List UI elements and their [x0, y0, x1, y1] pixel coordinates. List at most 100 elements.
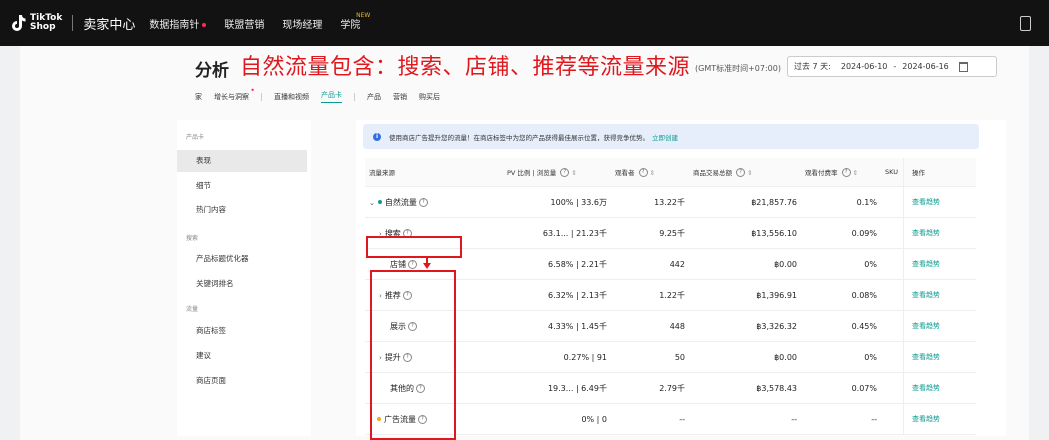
- view-trend-link[interactable]: 查看趋势: [903, 341, 976, 373]
- col-header-pv[interactable]: PV 比例 | 浏览量 ? ⇕: [503, 158, 611, 187]
- sidebar-item-hot-content[interactable]: 热门内容: [177, 199, 307, 221]
- sidebar-item-suggestions[interactable]: 建议: [177, 345, 307, 367]
- viewers-cell: --: [611, 403, 689, 435]
- date-end: 2024-06-16: [902, 62, 949, 71]
- tiktok-shop-logo[interactable]: TikTok Shop: [10, 14, 62, 32]
- mobile-phone-icon[interactable]: [1020, 16, 1031, 31]
- help-icon[interactable]: ?: [736, 168, 746, 178]
- tab-products[interactable]: 产品: [367, 92, 381, 102]
- nav-data-compass[interactable]: 数据指南针: [149, 16, 207, 31]
- source-cell[interactable]: ⌄ 自然流量?: [365, 186, 503, 218]
- nav-label: 数据指南针: [149, 19, 200, 31]
- create-now-link[interactable]: 立即创建: [652, 132, 678, 142]
- sort-icon[interactable]: ⇕: [853, 169, 858, 177]
- table-row: ⌄ 自然流量? 100% | 33.6万 13.22千 ฿21,857.76 0.…: [365, 186, 976, 218]
- gmv-cell: ฿0.00: [689, 248, 801, 280]
- view-trend-link[interactable]: 查看趋势: [903, 248, 976, 280]
- nav-academy[interactable]: 学院 NEW: [340, 12, 370, 31]
- pv-cell: 6.58% | 2.21千: [503, 248, 611, 280]
- table-row: 广告流量? 0% | 0 -- -- -- 查看趋势: [365, 403, 976, 435]
- rate-cell: 0%: [801, 248, 881, 280]
- pv-cell: 100% | 33.6万: [503, 186, 611, 218]
- pv-cell: 0.27% | 91: [503, 341, 611, 373]
- pv-cell: 4.33% | 1.45千: [503, 310, 611, 342]
- sidebar-item-shop-tab[interactable]: 商店标签: [177, 320, 307, 342]
- tab-growth-insights[interactable]: 增长与洞察 •: [214, 86, 255, 102]
- viewers-cell: 50: [611, 341, 689, 373]
- sidebar-item-shop-page[interactable]: 商店页面: [177, 370, 307, 392]
- rate-cell: 0.45%: [801, 310, 881, 342]
- col-header-action: 操作: [903, 158, 976, 187]
- organic-dot-icon: [377, 200, 382, 204]
- notification-dot: [202, 22, 207, 27]
- sku-cell: [881, 341, 904, 373]
- sidebar: 产品卡 表现 细节 热门内容 搜索 产品标题优化器 关键词排名 流量 商店标签 …: [177, 120, 311, 436]
- nav-label: 学院: [340, 19, 361, 31]
- col-header-viewers[interactable]: 观看者 ? ⇕: [611, 158, 689, 187]
- notice-text: 使用商店广告提升您的流量！在商店标签中为您的产品获得最佳展示位置，获得竞争优势。: [389, 133, 649, 142]
- header-label: 观看者: [615, 168, 635, 177]
- view-trend-link[interactable]: 查看趋势: [903, 372, 976, 404]
- table-row: 其他的? 19.3... | 6.49千 2.79千 ฿3,578.43 0.0…: [365, 372, 976, 404]
- tab-product-card[interactable]: 产品卡: [321, 90, 342, 103]
- gmv-cell: ฿3,326.32: [689, 310, 801, 342]
- col-header-gmv[interactable]: 商品交易总额 ? ⇕: [689, 158, 801, 187]
- source-label: 店铺: [390, 259, 406, 269]
- tab-home[interactable]: 家: [195, 92, 202, 102]
- tiktok-logo-icon: [12, 15, 26, 31]
- info-icon: i: [373, 132, 381, 141]
- sku-cell: [881, 310, 904, 342]
- help-icon[interactable]: ?: [408, 259, 417, 269]
- sort-icon[interactable]: ⇕: [650, 169, 655, 177]
- sidebar-item-title-optimizer[interactable]: 产品标题优化器: [177, 248, 307, 270]
- annotation-box-subsources: [370, 270, 456, 440]
- view-trend-link[interactable]: 查看趋势: [903, 186, 976, 218]
- tab-divider: [354, 92, 355, 101]
- view-trend-link[interactable]: 查看趋势: [903, 310, 976, 342]
- page-title: 分析: [195, 61, 229, 81]
- date-separator: -: [893, 62, 897, 71]
- header-label: PV 比例 | 浏览量: [507, 168, 557, 177]
- logo-text-shop: Shop: [30, 22, 56, 32]
- tab-marketing[interactable]: 营销: [393, 92, 407, 102]
- view-trend-link[interactable]: 查看趋势: [903, 217, 976, 249]
- sort-icon[interactable]: ⇕: [571, 169, 576, 177]
- rate-cell: 0.08%: [801, 279, 881, 311]
- rate-cell: 0.1%: [801, 186, 881, 218]
- nav-affiliate[interactable]: 联盟营销: [224, 16, 264, 31]
- header-label: 商品交易总额: [693, 168, 732, 177]
- sidebar-item-details[interactable]: 细节: [177, 175, 307, 197]
- col-header-rate[interactable]: 观看付费率 ? ⇕: [801, 158, 881, 187]
- sku-cell: [881, 372, 904, 404]
- table-row: 展示? 4.33% | 1.45千 448 ฿3,326.32 0.45% 查看…: [365, 310, 976, 342]
- view-trend-link[interactable]: 查看趋势: [903, 279, 976, 311]
- content-panel: i 使用商店广告提升您的流量！在商店标签中为您的产品获得最佳展示位置，获得竞争优…: [356, 120, 1006, 440]
- sidebar-group-product-card: 产品卡: [186, 134, 205, 141]
- help-icon[interactable]: ?: [638, 168, 648, 178]
- gmv-cell: ฿13,556.10: [689, 217, 801, 249]
- tab-post-purchase[interactable]: 购买后: [419, 92, 440, 102]
- traffic-source-table: 流量来源 PV 比例 | 浏览量 ? ⇕ 观看者 ? ⇕ 商品交易总额 ? ⇕ …: [365, 158, 976, 435]
- sidebar-group-search: 搜索: [186, 235, 199, 242]
- tab-label: 增长与洞察: [214, 92, 249, 101]
- sku-cell: [881, 279, 904, 311]
- view-trend-link[interactable]: 查看趋势: [903, 403, 976, 435]
- chevron-down-icon[interactable]: ⌄: [369, 199, 375, 207]
- sidebar-item-keyword-rank[interactable]: 关键词排名: [177, 273, 307, 295]
- seller-center-title[interactable]: 卖家中心: [83, 14, 135, 33]
- sidebar-group-traffic: 流量: [186, 306, 199, 313]
- viewers-cell: 1.22千: [611, 279, 689, 311]
- nav-label: 现场经理: [282, 19, 323, 31]
- nav-live-manager[interactable]: 现场经理: [282, 16, 322, 31]
- help-icon[interactable]: ?: [418, 197, 428, 207]
- logo-divider: [72, 15, 74, 31]
- sort-icon[interactable]: ⇕: [747, 169, 752, 177]
- date-range-picker[interactable]: 过去 7 天: 2024-06-10 - 2024-06-16: [787, 56, 997, 77]
- rate-cell: 0.09%: [801, 217, 881, 249]
- viewers-cell: 442: [611, 248, 689, 280]
- header-label: 流量来源: [369, 169, 395, 177]
- tab-live-video[interactable]: 直播和视频: [274, 92, 309, 102]
- help-icon[interactable]: ?: [560, 168, 570, 178]
- help-icon[interactable]: ?: [841, 168, 851, 178]
- sidebar-item-performance[interactable]: 表现: [177, 150, 307, 172]
